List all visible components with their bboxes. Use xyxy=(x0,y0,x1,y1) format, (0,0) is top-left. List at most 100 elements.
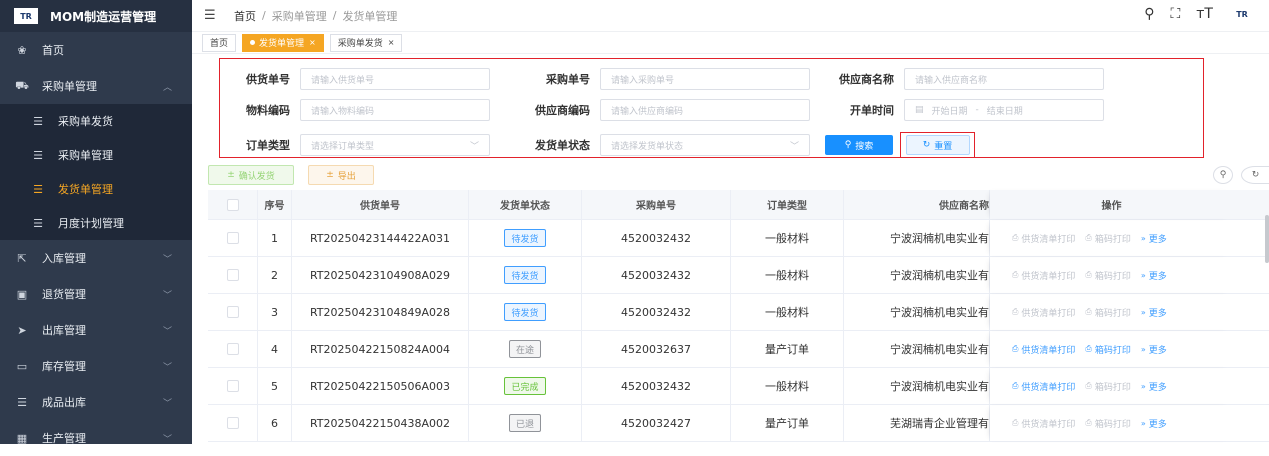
more-button[interactable]: » 更多 xyxy=(1141,269,1167,282)
sidebar-item[interactable]: ❀ 首页 xyxy=(0,32,192,68)
order-type-select[interactable]: 请选择订单类型 ﹀ xyxy=(300,134,490,156)
printer-icon: ⎙ xyxy=(1012,307,1019,316)
chevron-down-icon: ﹀ xyxy=(162,362,172,373)
sidebar-item[interactable]: ☰ 月度计划管理 xyxy=(0,206,192,240)
printer-icon: ⎙ xyxy=(1012,418,1019,427)
print-box-code-button[interactable]: ⎙ 箱码打印 xyxy=(1085,232,1130,245)
table-row[interactable]: 5 RT20250422150506A003 已完成 4520032432 一般材料 宁波… xyxy=(208,368,1269,405)
search-icon[interactable]: ⚲ xyxy=(1144,6,1154,22)
supplier-name-input[interactable]: 请输入供应商名称 xyxy=(904,68,1104,90)
select-all-checkbox[interactable] xyxy=(226,198,239,211)
row-checkbox[interactable] xyxy=(226,380,239,392)
column-header: 订单类型 xyxy=(731,190,844,219)
ship-status-select[interactable]: 请选择发货单状态 ﹀ xyxy=(600,134,810,156)
operations-cell: ⎙ 供货清单打印 ⎙ 箱码打印 » 更多 xyxy=(990,368,1233,404)
sidebar-item-label: 月度计划管理 xyxy=(58,217,124,230)
print-box-code-button[interactable]: ⎙ 箱码打印 xyxy=(1085,306,1130,319)
confirm-shipping-button[interactable]: ± 确认发货 xyxy=(208,165,294,185)
breadcrumb-current: 发货单管理 xyxy=(342,9,398,23)
sidebar-item[interactable]: ☰ 采购单管理 xyxy=(0,138,192,172)
row-checkbox[interactable] xyxy=(226,343,239,355)
toggle-search-button[interactable]: ⚲ xyxy=(1213,166,1233,184)
print-list-label: 供货清单打印 xyxy=(1021,234,1076,245)
more-button[interactable]: » 更多 xyxy=(1141,343,1167,356)
sidebar-item[interactable]: ⇱ 入库管理 ﹀ xyxy=(0,240,192,276)
more-button[interactable]: » 更多 xyxy=(1141,306,1167,319)
table-body: 1 RT20250423144422A031 待发货 4520032432 一般材料 宁波… xyxy=(208,220,1269,442)
user-logo[interactable]: TR xyxy=(1229,6,1255,22)
table-header: 序号 供货单号 发货单状态 采购单号 订单类型 供应商名称 操作 xyxy=(208,190,1269,220)
row-checkbox[interactable] xyxy=(226,306,239,318)
sidebar-item[interactable]: ▦ 生产管理 ﹀ xyxy=(0,420,192,456)
breadcrumb-home[interactable]: 首页 xyxy=(234,8,256,24)
print-list-button[interactable]: ⎙ 供货清单打印 xyxy=(1012,343,1075,356)
row-checkbox[interactable] xyxy=(226,232,239,244)
po-no-input[interactable]: 请输入采购单号 xyxy=(600,68,810,90)
sidebar-item[interactable]: ➤ 出库管理 ﹀ xyxy=(0,312,192,348)
table-row[interactable]: 2 RT20250423104908A029 待发货 4520032432 一般材料 宁波… xyxy=(208,257,1269,294)
print-box-code-button[interactable]: ⎙ 箱码打印 xyxy=(1085,380,1130,393)
tab-close-icon[interactable]: × xyxy=(388,38,395,47)
tab-close-icon[interactable]: × xyxy=(309,38,316,47)
supplier-no-input[interactable]: 请输入供货单号 xyxy=(300,68,490,90)
sidebar-item[interactable]: ⛟ 采购单管理 ︿ xyxy=(0,68,192,104)
more-button[interactable]: » 更多 xyxy=(1141,417,1167,430)
field-ship-status: 发货单状态 请选择发货单状态 ﹀ xyxy=(510,134,810,156)
print-box-label: 箱码打印 xyxy=(1094,345,1131,356)
date-range-picker[interactable]: ▤ 开始日期 - 结束日期 xyxy=(904,99,1104,121)
more-label: 更多 xyxy=(1148,271,1167,282)
printer-icon: ⎙ xyxy=(1085,270,1092,279)
table-row[interactable]: 3 RT20250423104849A028 待发货 4520032432 一般材料 宁波… xyxy=(208,294,1269,331)
reset-button[interactable]: ↻ 重置 xyxy=(905,135,970,155)
refresh-button[interactable]: ↻ xyxy=(1241,166,1269,184)
table-row[interactable]: 6 RT20250422150438A002 已退 4520032427 量产订单 芜湖瑞… xyxy=(208,405,1269,442)
table-row[interactable]: 4 RT20250422150824A004 在途 4520032637 量产订单 宁波润… xyxy=(208,331,1269,368)
print-list-button[interactable]: ⎙ 供货清单打印 xyxy=(1012,232,1075,245)
send-icon: ➤ xyxy=(17,323,27,337)
printer-icon: ⎙ xyxy=(1012,344,1019,353)
row-select-cell xyxy=(208,405,258,441)
search-form: 供货单号 请输入供货单号 采购单号 请输入采购单号 供应商名称 请输入供应商名称… xyxy=(219,58,1204,158)
more-button[interactable]: » 更多 xyxy=(1141,232,1167,245)
print-list-button[interactable]: ⎙ 供货清单打印 xyxy=(1012,380,1075,393)
supplier-code-input[interactable]: 请输入供应商编码 xyxy=(600,99,810,121)
vertical-scrollbar[interactable] xyxy=(1265,215,1269,263)
select-placeholder: 请选择订单类型 xyxy=(311,141,375,152)
field-label: 供应商编码 xyxy=(535,104,590,117)
sidebar-item[interactable]: ▭ 库存管理 ﹀ xyxy=(0,348,192,384)
search-button[interactable]: ⚲ 搜索 xyxy=(825,135,893,155)
supplier-no-cell: RT20250423144422A031 xyxy=(292,220,469,256)
print-box-code-button[interactable]: ⎙ 箱码打印 xyxy=(1085,343,1130,356)
print-box-code-button[interactable]: ⎙ 箱码打印 xyxy=(1085,269,1130,282)
tab-shipping-management[interactable]: 发货单管理 × xyxy=(242,33,324,52)
sidebar-item[interactable]: ☰ 发货单管理 xyxy=(0,172,192,206)
column-header: 供应商名称 xyxy=(844,190,990,219)
sidebar-item-label: 退货管理 xyxy=(42,288,86,301)
export-button[interactable]: ± 导出 xyxy=(308,165,374,185)
chevron-down-icon: ﹀ xyxy=(162,254,172,265)
menu-toggle-icon[interactable]: ☰ xyxy=(204,8,218,23)
tab-home[interactable]: 首页 xyxy=(202,33,237,52)
printer-icon: ⎙ xyxy=(1085,381,1092,390)
sidebar-item[interactable]: ☰ 成品出库 ﹀ xyxy=(0,384,192,420)
print-list-label: 供货清单打印 xyxy=(1021,308,1076,319)
row-checkbox[interactable] xyxy=(226,417,239,429)
row-checkbox[interactable] xyxy=(226,269,239,281)
font-size-icon[interactable]: ᴛT xyxy=(1196,6,1213,22)
select-all-cell xyxy=(208,190,258,219)
table-row[interactable]: 1 RT20250423144422A031 待发货 4520032432 一般材料 宁波… xyxy=(208,220,1269,257)
tab-purchase-shipping[interactable]: 采购单发货 × xyxy=(329,33,403,52)
more-button[interactable]: » 更多 xyxy=(1141,380,1167,393)
print-list-button[interactable]: ⎙ 供货清单打印 xyxy=(1012,306,1075,319)
material-code-input[interactable]: 请输入物料编码 xyxy=(300,99,490,121)
operations-cell: ⎙ 供货清单打印 ⎙ 箱码打印» 更多 xyxy=(990,331,1233,367)
print-list-button[interactable]: ⎙ 供货清单打印 xyxy=(1012,269,1075,282)
field-open-time: 开单时间 ▤ 开始日期 - 结束日期 xyxy=(810,99,1104,121)
breadcrumb-purchase[interactable]: 采购单管理 xyxy=(272,8,327,24)
print-box-code-button[interactable]: ⎙ 箱码打印 xyxy=(1085,417,1130,430)
chevron-down-icon: ﹀ xyxy=(469,141,479,152)
sidebar-item[interactable]: ☰ 采购单发货 xyxy=(0,104,192,138)
sidebar-item[interactable]: ▣ 退货管理 ﹀ xyxy=(0,276,192,312)
print-list-button[interactable]: ⎙ 供货清单打印 xyxy=(1012,417,1075,430)
fullscreen-icon[interactable]: ⛶ xyxy=(1170,6,1180,22)
